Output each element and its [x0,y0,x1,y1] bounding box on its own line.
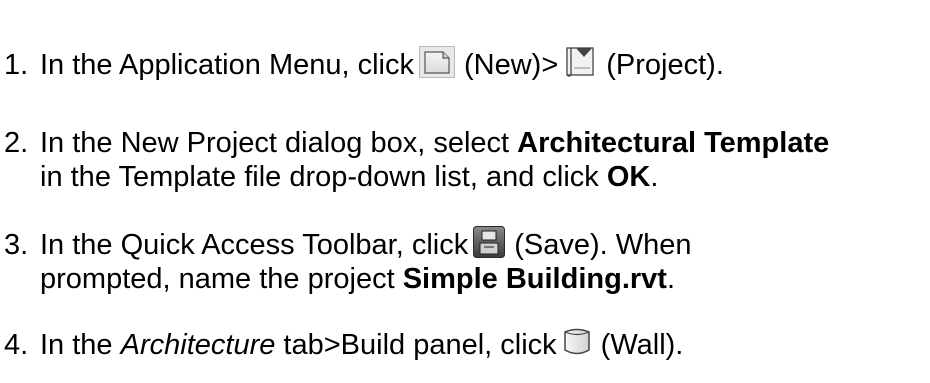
step-text: In the [40,329,121,361]
new-document-icon [418,46,455,78]
step-number: 1. [4,49,29,81]
step-1: 1. In the Application Menu, click (New)> (P… [4,46,724,82]
step-4: 4. In the Architecture tab>Build panel, c… [4,326,683,362]
step-text-continued: in the Template file drop-down list, and… [4,160,829,194]
template-name: Architectural Template [517,127,830,159]
step-text: (Save). When [514,229,692,261]
step-text: In the Quick Access Toolbar, click [40,229,469,261]
step-text: (Wall). [600,329,684,361]
step-text: tab>Build panel, click [275,329,557,361]
tab-name: Architecture [120,329,276,361]
instruction-steps: 1. In the Application Menu, click (New)> (P… [0,0,930,383]
ok-label: OK [606,161,651,193]
step-number: 2. [4,127,29,159]
step-text: prompted, name the project [40,263,403,295]
step-text: (New)> [463,49,559,81]
step-3: 3. In the Quick Access Toolbar, click (Sav… [4,226,692,296]
step-text: In the Application Menu, click [40,49,414,81]
step-text: (Project). [606,49,724,81]
step-text: . [650,161,659,193]
wall-icon [562,326,592,358]
step-text: In the New Project dialog box, select [40,127,518,159]
project-icon [563,46,597,78]
step-text-continued: prompted, name the project Simple Buildi… [4,262,692,296]
step-text: . [666,263,676,295]
step-2: 2. In the New Project dialog box, select … [4,126,829,194]
project-file-name: Simple Building.rvt [402,263,667,295]
step-number: 3. [4,229,29,261]
save-icon [473,226,506,258]
step-text: in the Template file drop-down list, and… [40,161,607,193]
step-number: 4. [4,329,29,361]
